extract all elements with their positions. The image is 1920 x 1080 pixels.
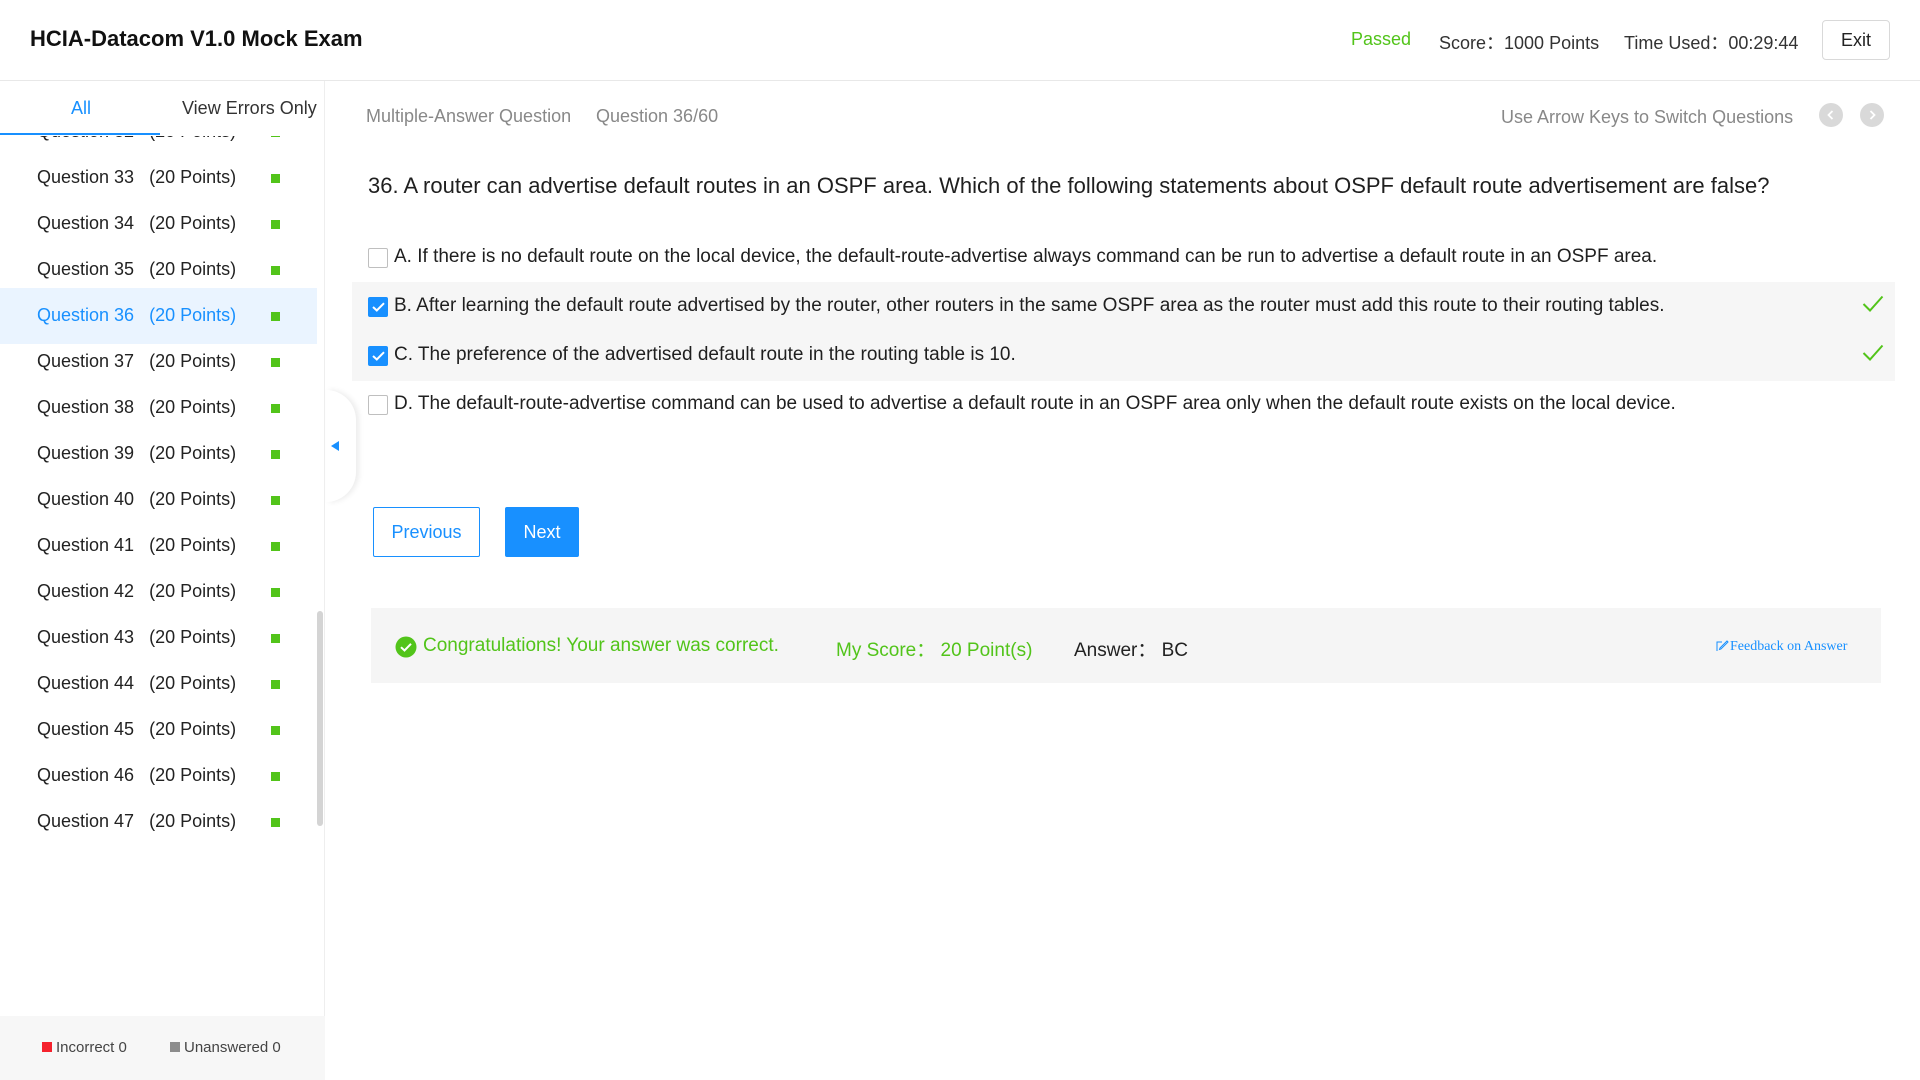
question-item-label: Question 45 (20 Points) [37,719,237,739]
check-circle-icon [395,636,417,658]
answer-status-icon [271,174,280,183]
answer-status-icon [271,266,280,275]
total-score: Score：1000 Points [1439,33,1600,53]
correct-check-icon [1862,294,1884,319]
sidebar-scrollbar[interactable] [317,611,323,826]
question-item-label: Question 43 (20 Points) [37,627,237,647]
answer-option[interactable]: A. If there is no default route on the l… [352,233,1895,283]
answer-status-icon [271,634,280,643]
question-item-label: Question 41 (20 Points) [37,535,237,555]
answer-status-icon [271,312,280,321]
question-item-label: Question 46 (20 Points) [37,765,237,785]
question-item-label: Question 44 (20 Points) [37,673,237,693]
answer-status-icon [271,220,280,229]
checkbox-checked-icon[interactable] [368,346,388,366]
time-used: Time Used：00:29:44 [1624,33,1799,53]
answer-status-icon [271,726,280,735]
answer-status-icon [271,450,280,459]
legend-unanswered: Unanswered 0 [170,1039,281,1056]
question-item-label: Question 37 (20 Points) [37,351,237,371]
chevron-right-icon [1869,110,1876,120]
incorrect-swatch-icon [42,1042,52,1052]
question-sidebar: All View Errors Only Question 32 (20 Poi… [0,81,325,1080]
next-question-arrow[interactable] [1860,103,1884,127]
option-text: B. After learning the default route adve… [394,295,1665,316]
legend-incorrect: Incorrect 0 [42,1039,127,1056]
checkbox-checked-icon[interactable] [368,297,388,317]
question-item-label: Question 39 (20 Points) [37,443,237,463]
active-tab-indicator [0,133,160,135]
answer-status-icon [271,588,280,597]
answer-status-icon [271,136,280,137]
correct-answer: Answer： BC [1074,640,1189,661]
answer-option[interactable]: D. The default-route-advertise command c… [352,380,1895,430]
option-text: D. The default-route-advertise command c… [394,393,1676,414]
answer-status-icon [271,680,280,689]
previous-button[interactable]: Previous [373,507,480,557]
answer-status-icon [271,542,280,551]
edit-icon [1716,640,1729,651]
exit-button[interactable]: Exit [1822,20,1890,60]
question-type: Multiple-Answer Question [366,106,572,126]
question-item-label: Question 47 (20 Points) [37,811,237,831]
checkbox-icon[interactable] [368,248,388,268]
option-text: A. If there is no default route on the l… [394,246,1658,267]
pass-status: Passed [1351,29,1412,49]
question-text: 36. A router can advertise default route… [368,173,1770,198]
unanswered-swatch-icon [170,1042,180,1052]
checkbox-icon[interactable] [368,395,388,415]
result-message: Congratulations! Your answer was correct… [423,635,779,656]
answer-option[interactable]: C. The preference of the advertised defa… [352,331,1895,381]
answer-status-icon [271,404,280,413]
sidebar-legend: Incorrect 0 Unanswered 0 [0,1016,325,1080]
next-button[interactable]: Next [505,507,579,557]
tab-all[interactable]: All [71,98,91,119]
tab-view-errors-only[interactable]: View Errors Only [182,98,317,119]
sidebar-question-item[interactable]: Question 47 (20 Points) [0,794,317,850]
question-item-label: Question 32 (20 Points) [37,136,236,142]
answer-status-icon [271,496,280,505]
answer-status-icon [271,818,280,827]
question-item-label: Question 33 (20 Points) [37,167,237,187]
result-panel: Congratulations! Your answer was correct… [371,608,1881,683]
arrow-keys-hint: Use Arrow Keys to Switch Questions [1501,107,1794,127]
top-bar: HCIA-Datacom V1.0 Mock Exam Passed Score… [0,0,1920,81]
sidebar-tabs: All View Errors Only [0,81,325,136]
question-item-label: Question 40 (20 Points) [37,489,237,509]
answer-option[interactable]: B. After learning the default route adve… [352,282,1895,332]
question-item-label: Question 36 (20 Points) [37,305,237,325]
prev-question-arrow[interactable] [1819,103,1843,127]
correct-check-icon [1862,343,1884,368]
question-item-label: Question 38 (20 Points) [37,397,237,417]
chevron-left-icon [1827,110,1834,120]
answer-status-icon [271,358,280,367]
question-list: Question 32 (20 Points) Question 33 (20 P… [0,136,318,1021]
question-item-label: Question 42 (20 Points) [37,581,237,601]
app-title: HCIA-Datacom V1.0 Mock Exam [30,26,363,51]
question-counter: Question 36/60 [596,106,719,126]
answer-status-icon [271,772,280,781]
my-score: My Score： 20 Point(s) [836,640,1033,661]
question-item-label: Question 34 (20 Points) [37,213,237,233]
question-item-label: Question 35 (20 Points) [37,259,237,279]
feedback-link[interactable]: Feedback on Answer [1716,639,1847,655]
question-panel: Multiple-Answer Question Question 36/60 … [326,81,1920,1080]
option-text: C. The preference of the advertised defa… [394,344,1016,365]
